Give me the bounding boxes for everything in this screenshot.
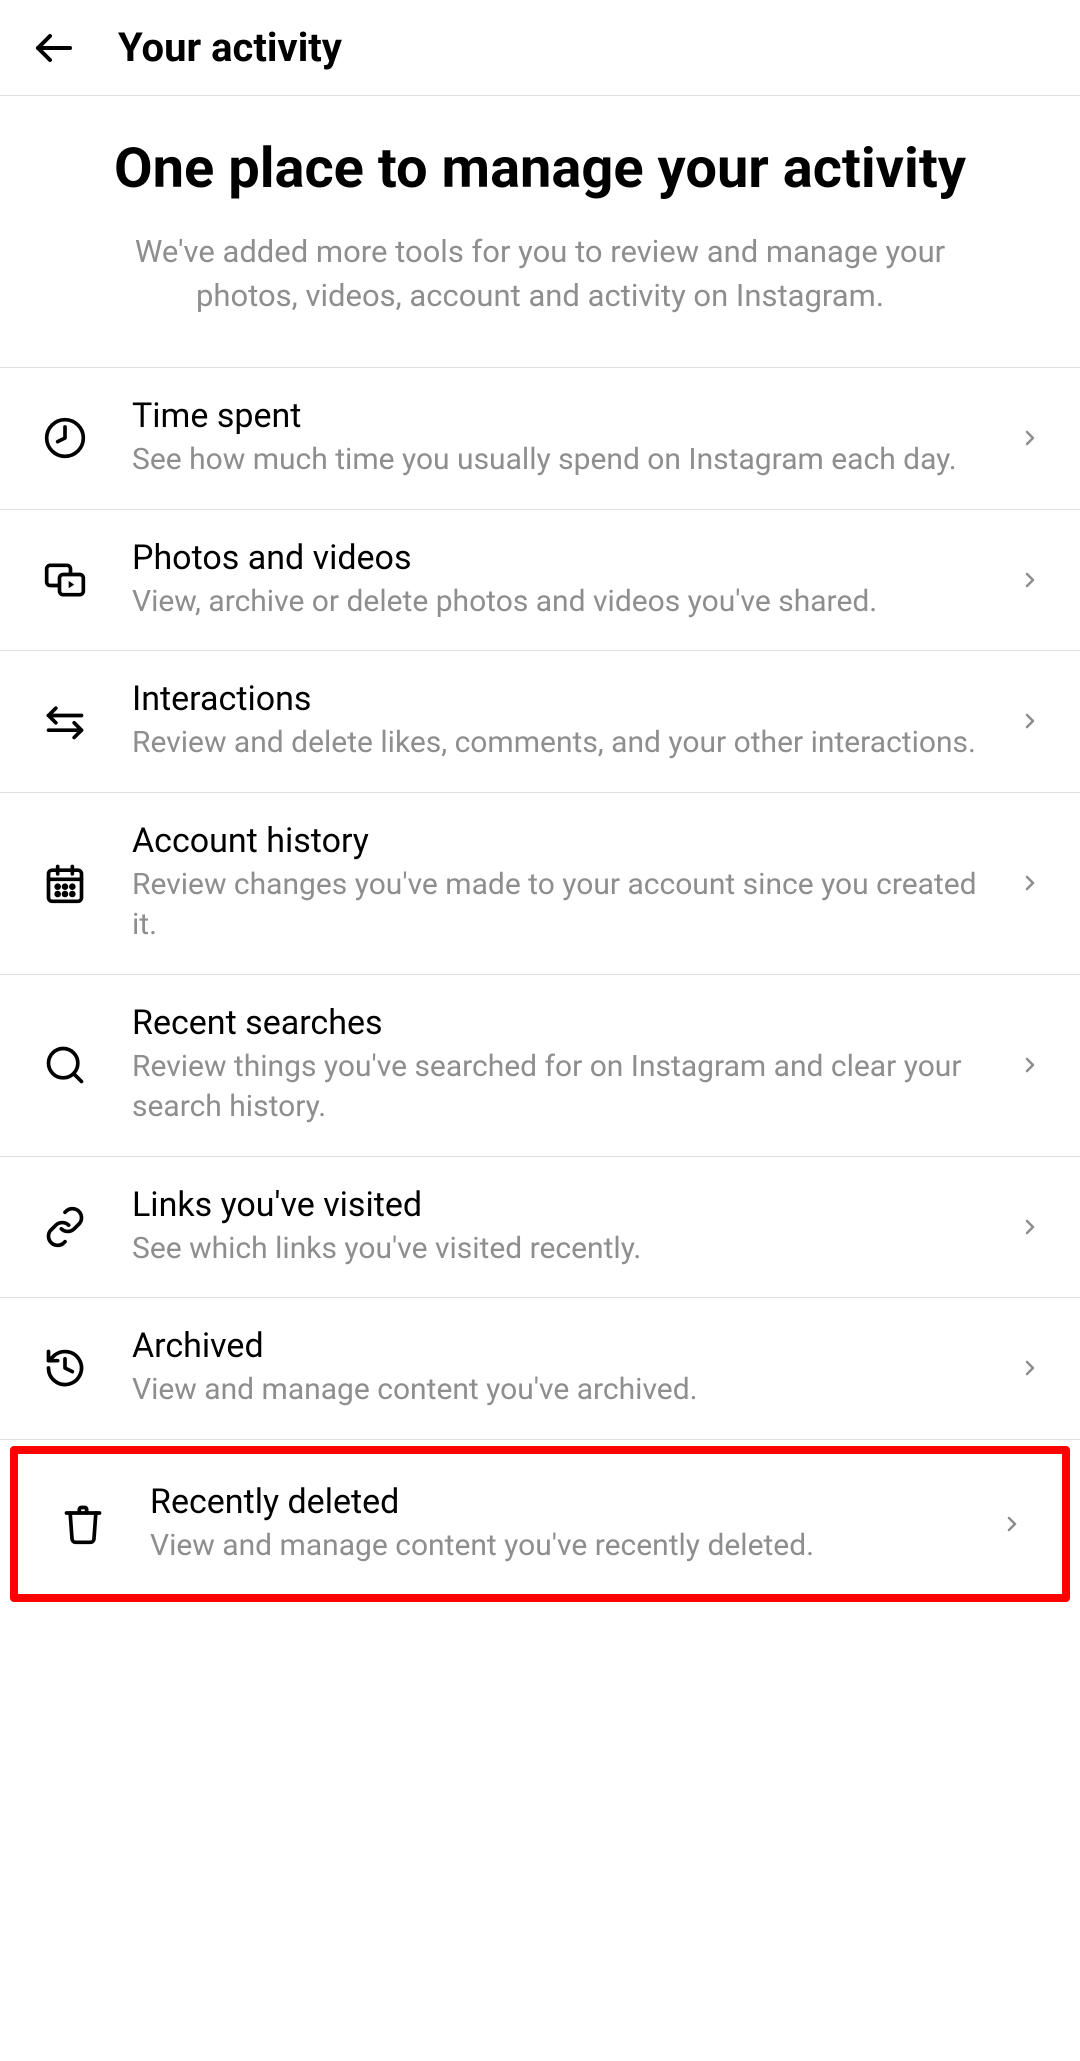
intro-subtext: We've added more tools for you to review… [60, 230, 1020, 317]
row-subtitle: View and manage content you've archived. [132, 1370, 990, 1411]
search-icon [30, 1043, 100, 1087]
row-title: Photos and videos [132, 538, 990, 578]
row-subtitle: Review and delete likes, comments, and y… [132, 723, 990, 764]
chevron-right-icon [1010, 1215, 1050, 1239]
back-button[interactable] [30, 24, 78, 72]
row-title: Interactions [132, 679, 990, 719]
row-title: Account history [132, 821, 990, 861]
row-subtitle: View and manage content you've recently … [150, 1526, 972, 1567]
chevron-right-icon [1010, 871, 1050, 895]
trash-icon [48, 1502, 118, 1546]
clock-icon [30, 416, 100, 460]
row-photos-videos[interactable]: Photos and videos View, archive or delet… [0, 510, 1080, 652]
row-account-history[interactable]: Account history Review changes you've ma… [0, 793, 1080, 975]
row-recently-deleted[interactable]: Recently deleted View and manage content… [18, 1454, 1062, 1595]
chevron-right-icon [1010, 1053, 1050, 1077]
intro-heading: One place to manage your activity [60, 136, 1020, 200]
chevron-right-icon [1010, 1356, 1050, 1380]
row-title: Archived [132, 1326, 990, 1366]
row-subtitle: Review changes you've made to your accou… [132, 865, 990, 946]
photos-videos-icon [30, 558, 100, 602]
row-title: Recent searches [132, 1003, 990, 1043]
chevron-right-icon [992, 1512, 1032, 1536]
row-subtitle: See which links you've visited recently. [132, 1229, 990, 1270]
page-header: Your activity [0, 0, 1080, 96]
intro-section: One place to manage your activity We've … [0, 96, 1080, 367]
row-title: Links you've visited [132, 1185, 990, 1225]
row-recent-searches[interactable]: Recent searches Review things you've sea… [0, 975, 1080, 1157]
arrow-left-icon [30, 24, 78, 72]
row-interactions[interactable]: Interactions Review and delete likes, co… [0, 651, 1080, 793]
chevron-right-icon [1010, 426, 1050, 450]
row-subtitle: Review things you've searched for on Ins… [132, 1047, 990, 1128]
arrows-swap-icon [30, 699, 100, 743]
chevron-right-icon [1010, 709, 1050, 733]
row-archived[interactable]: Archived View and manage content you've … [0, 1298, 1080, 1440]
activity-list: Time spent See how much time you usually… [0, 367, 1080, 1440]
calendar-icon [30, 861, 100, 905]
link-icon [30, 1205, 100, 1249]
row-title: Time spent [132, 396, 990, 436]
history-icon [30, 1346, 100, 1390]
highlight-annotation: Recently deleted View and manage content… [10, 1446, 1070, 1603]
row-title: Recently deleted [150, 1482, 972, 1522]
row-subtitle: View, archive or delete photos and video… [132, 582, 990, 623]
row-links-visited[interactable]: Links you've visited See which links you… [0, 1157, 1080, 1299]
chevron-right-icon [1010, 568, 1050, 592]
row-time-spent[interactable]: Time spent See how much time you usually… [0, 368, 1080, 510]
row-subtitle: See how much time you usually spend on I… [132, 440, 990, 481]
page-title: Your activity [118, 24, 342, 71]
